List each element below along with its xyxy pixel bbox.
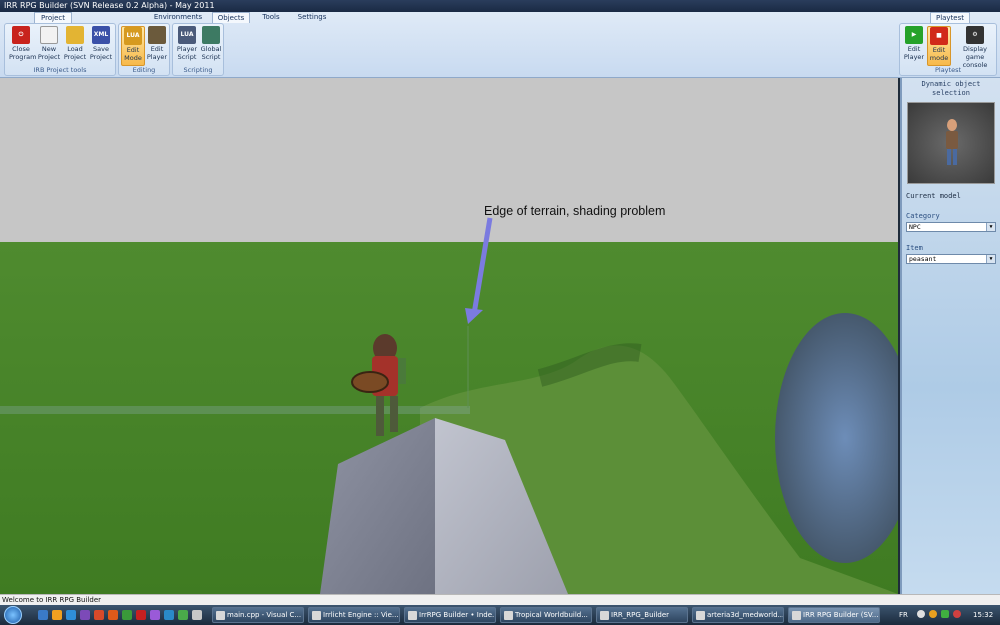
taskbar-item[interactable]: IRR_RPG_Builder — [596, 607, 688, 623]
app-tray-icon[interactable] — [953, 610, 961, 618]
network-icon[interactable] — [917, 610, 925, 618]
group-scripting: LUA Player Script Global Script Scriptin… — [172, 23, 224, 76]
playtest-edit-player-button[interactable]: ▶ Edit Player — [902, 26, 926, 66]
taskbar-item[interactable]: main.cpp - Visual C... — [212, 607, 304, 623]
load-project-button[interactable]: Load Project — [63, 26, 87, 66]
taskbar-item[interactable]: Irrlicht Engine :: Vie... — [308, 607, 400, 623]
player-edit-icon — [148, 26, 166, 44]
status-bar: Welcome to IRR RPG Builder — [0, 594, 1000, 605]
window-title: IRR RPG Builder (SVN Release 0.2 Alpha) … — [4, 1, 215, 10]
firefox-icon[interactable] — [94, 610, 104, 620]
new-project-button[interactable]: New Project — [37, 26, 61, 66]
new-document-icon — [40, 26, 58, 44]
current-model-label: Current model — [906, 192, 961, 200]
visual-studio-icon[interactable] — [150, 610, 160, 620]
panel-title: Dynamic object selection — [921, 80, 981, 97]
player-script-button[interactable]: LUA Player Script — [175, 26, 199, 66]
display-console-button[interactable]: ⚙ Display game console — [953, 26, 997, 69]
background-sky — [0, 78, 898, 242]
tab-objects[interactable]: Objects — [212, 12, 250, 23]
group-label-editing: Editing — [132, 66, 156, 74]
opera-icon[interactable] — [136, 610, 146, 620]
save-project-button[interactable]: XML Save Project — [89, 26, 113, 66]
app-icon[interactable] — [178, 610, 188, 620]
window-icon — [504, 611, 513, 620]
group-playtest: ▶ Edit Player ■ Edit mode ⚙ Display game… — [899, 23, 997, 76]
skype-icon[interactable] — [164, 610, 174, 620]
object-selection-panel: Dynamic object selection Current model C… — [900, 78, 1000, 594]
tab-playtest[interactable]: Playtest — [930, 12, 970, 23]
group-editing: LUA Edit Mode Edit Player Editing — [118, 23, 170, 76]
global-script-button[interactable]: Global Script — [199, 26, 223, 66]
xml-save-icon: XML — [92, 26, 110, 44]
status-text: Welcome to IRR RPG Builder — [2, 596, 102, 604]
media-icon[interactable] — [108, 610, 118, 620]
clock[interactable]: 15:32 — [973, 605, 993, 625]
taskbar-item-active[interactable]: IRR RPG Builder (SV... — [788, 607, 880, 623]
taskbar-item[interactable]: Tropical Worldbuild... — [500, 607, 592, 623]
stop-icon: ■ — [930, 27, 948, 45]
peasant-model-icon — [946, 119, 958, 165]
window-icon — [216, 611, 225, 620]
power-icon: ⏻ — [12, 26, 30, 44]
chevron-down-icon: ▼ — [986, 255, 995, 263]
group-label-playtest: Playtest — [934, 66, 962, 74]
window-icon — [600, 611, 609, 620]
3d-viewport[interactable]: Edge of terrain, shading problem — [0, 78, 898, 594]
global-script-icon — [202, 26, 220, 44]
edit-player-button[interactable]: Edit Player — [145, 26, 169, 66]
tab-settings[interactable]: Settings — [292, 12, 332, 23]
security-icon[interactable] — [941, 610, 949, 618]
app-icon[interactable] — [122, 610, 132, 620]
item-select[interactable]: peasant ▼ — [906, 254, 996, 264]
volume-icon[interactable] — [929, 610, 937, 618]
window-icon — [696, 611, 705, 620]
edit-mode-button[interactable]: LUA Edit Mode — [121, 26, 145, 66]
show-desktop-icon[interactable] — [38, 610, 48, 620]
group-label-project-tools: IRB Project tools — [33, 66, 87, 74]
ribbon: Project Environments Objects Tools Setti… — [0, 12, 1000, 78]
close-program-button[interactable]: ⏻ Close Program — [9, 26, 36, 66]
annotation-text: Edge of terrain, shading problem — [484, 204, 665, 218]
app-icon[interactable] — [192, 610, 202, 620]
explorer-icon[interactable] — [52, 610, 62, 620]
folder-icon — [66, 26, 84, 44]
taskbar-item[interactable]: IrrRPG Builder • Inde... — [404, 607, 496, 623]
system-tray: FR 15:32 — [895, 605, 1000, 625]
start-button[interactable] — [4, 606, 22, 624]
tab-tools[interactable]: Tools — [254, 12, 288, 23]
group-project-tools: ⏻ Close Program New Project Load Project… — [4, 23, 116, 76]
taskbar-item[interactable]: arteria3d_medworld... — [692, 607, 784, 623]
tab-environments[interactable]: Environments — [148, 12, 208, 23]
chevron-down-icon: ▼ — [986, 223, 995, 231]
item-label: Item — [906, 244, 923, 252]
app-icon[interactable] — [80, 610, 90, 620]
window-icon — [312, 611, 321, 620]
category-label: Category — [906, 212, 940, 220]
terrain-scene: Edge of terrain, shading problem — [0, 78, 898, 594]
lua-edit-icon: LUA — [124, 27, 142, 45]
model-preview — [907, 102, 995, 184]
tab-project[interactable]: Project — [34, 12, 72, 23]
window-icon — [408, 611, 417, 620]
lua-script-icon: LUA — [178, 26, 196, 44]
play-icon: ▶ — [905, 26, 923, 44]
category-select[interactable]: NPC ▼ — [906, 222, 996, 232]
language-indicator[interactable]: FR — [899, 605, 908, 625]
playtest-edit-mode-button[interactable]: ■ Edit mode — [927, 26, 951, 66]
group-label-scripting: Scripting — [183, 66, 213, 74]
taskbar: main.cpp - Visual C... Irrlicht Engine :… — [0, 605, 1000, 625]
ie-icon[interactable] — [66, 610, 76, 620]
title-bar: IRR RPG Builder (SVN Release 0.2 Alpha) … — [0, 0, 1000, 12]
console-gear-icon: ⚙ — [966, 26, 984, 44]
window-icon — [792, 611, 801, 620]
terrain-edge-band — [0, 406, 470, 414]
